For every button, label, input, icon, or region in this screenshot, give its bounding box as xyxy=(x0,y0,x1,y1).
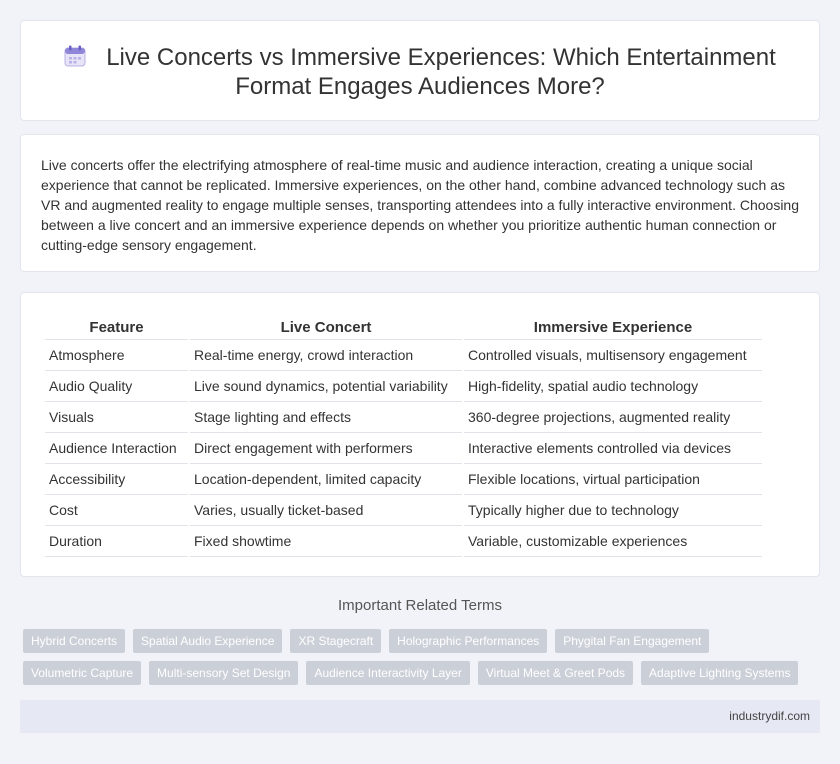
cell-immersive: Variable, customizable experiences xyxy=(464,526,762,557)
related-terms-tags: Hybrid Concerts Spatial Audio Experience… xyxy=(23,629,803,685)
cell-feature: Audience Interaction xyxy=(45,433,188,464)
intro-card: Live concerts offer the electrifying atm… xyxy=(20,134,820,272)
header-immersive-experience: Immersive Experience xyxy=(464,315,762,340)
table-row: Duration Fixed showtime Variable, custom… xyxy=(45,526,762,557)
intro-paragraph: Live concerts offer the electrifying atm… xyxy=(41,157,800,253)
cell-feature: Duration xyxy=(45,526,188,557)
table-row: Visuals Stage lighting and effects 360-d… xyxy=(45,402,762,433)
tag-link[interactable]: Volumetric Capture xyxy=(23,661,142,685)
tag-link[interactable]: Holographic Performances xyxy=(389,629,548,653)
tag-link[interactable]: Audience Interactivity Layer xyxy=(306,661,470,685)
cell-feature: Audio Quality xyxy=(45,371,188,402)
tag-link[interactable]: Adaptive Lighting Systems xyxy=(641,661,799,685)
cell-immersive: Interactive elements controlled via devi… xyxy=(464,433,762,464)
cell-live: Live sound dynamics, potential variabili… xyxy=(190,371,462,402)
table-row: Atmosphere Real-time energy, crowd inter… xyxy=(45,340,762,371)
tag-link[interactable]: Virtual Meet & Greet Pods xyxy=(477,661,634,685)
table-row: Audio Quality Live sound dynamics, poten… xyxy=(45,371,762,402)
comparison-card: Feature Live Concert Immersive Experienc… xyxy=(20,292,820,577)
cell-feature: Accessibility xyxy=(45,464,188,495)
cell-feature: Cost xyxy=(45,495,188,526)
cell-feature: Atmosphere xyxy=(45,340,188,371)
header-feature: Feature xyxy=(45,315,188,340)
cell-immersive: 360-degree projections, augmented realit… xyxy=(464,402,762,433)
header-live-concert: Live Concert xyxy=(190,315,462,340)
title-card: Live Concerts vs Immersive Experiences: … xyxy=(20,20,820,121)
comparison-table: Feature Live Concert Immersive Experienc… xyxy=(43,315,764,557)
cell-immersive: Controlled visuals, multisensory engagem… xyxy=(464,340,762,371)
cell-immersive: Typically higher due to technology xyxy=(464,495,762,526)
cell-live: Direct engagement with performers xyxy=(190,433,462,464)
tag-link[interactable]: Phygital Fan Engagement xyxy=(555,629,710,653)
tag-link[interactable]: Hybrid Concerts xyxy=(23,629,126,653)
cell-live: Varies, usually ticket-based xyxy=(190,495,462,526)
related-terms-title: Important Related Terms xyxy=(338,597,502,614)
page-title: Live Concerts vs Immersive Experiences: … xyxy=(21,43,819,101)
table-header-row: Feature Live Concert Immersive Experienc… xyxy=(45,315,762,340)
footer-site[interactable]: industrydif.com xyxy=(729,709,810,723)
cell-immersive: High-fidelity, spatial audio technology xyxy=(464,371,762,402)
tag-link[interactable]: XR Stagecraft xyxy=(290,629,382,653)
cell-live: Stage lighting and effects xyxy=(190,402,462,433)
cell-live: Real-time energy, crowd interaction xyxy=(190,340,462,371)
title-line-2: Format Engages Audiences More? xyxy=(235,73,605,100)
cell-feature: Visuals xyxy=(45,402,188,433)
footer: industrydif.com xyxy=(20,700,820,733)
calendar-icon xyxy=(64,45,86,67)
title-line-1: Live Concerts vs Immersive Experiences: … xyxy=(106,44,776,71)
cell-live: Location-dependent, limited capacity xyxy=(190,464,462,495)
table-row: Cost Varies, usually ticket-based Typica… xyxy=(45,495,762,526)
tag-link[interactable]: Multi-sensory Set Design xyxy=(149,661,299,685)
cell-immersive: Flexible locations, virtual participatio… xyxy=(464,464,762,495)
tag-link[interactable]: Spatial Audio Experience xyxy=(133,629,283,653)
table-row: Audience Interaction Direct engagement w… xyxy=(45,433,762,464)
cell-live: Fixed showtime xyxy=(190,526,462,557)
table-row: Accessibility Location-dependent, limite… xyxy=(45,464,762,495)
